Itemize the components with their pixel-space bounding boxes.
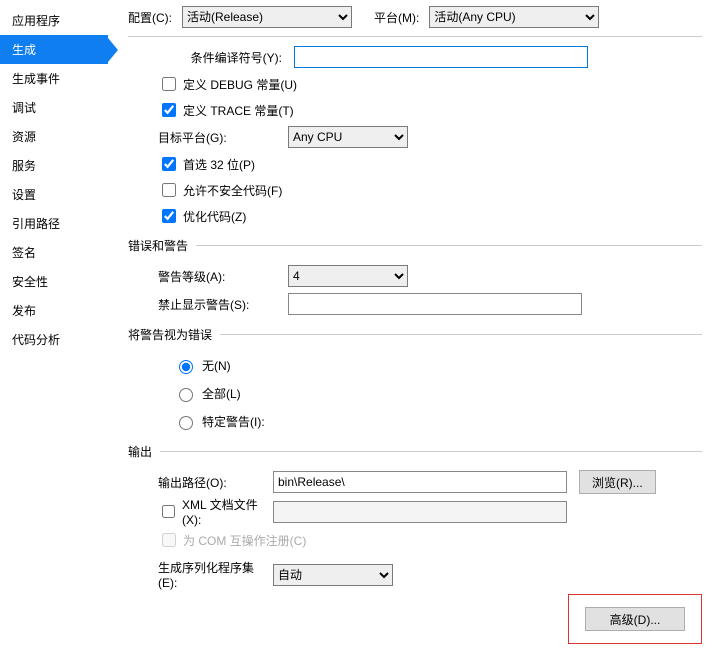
output-path-label: 输出路径(O): bbox=[158, 474, 273, 491]
sidebar-item-resources[interactable]: 资源 bbox=[0, 122, 108, 151]
warning-level-select[interactable]: 4 bbox=[288, 265, 408, 287]
sidebar-item-signing[interactable]: 签名 bbox=[0, 238, 108, 267]
treat-all-radio[interactable] bbox=[179, 388, 193, 402]
target-platform-label: 目标平台(G): bbox=[158, 129, 288, 146]
topbar: 配置(C): 活动(Release) 平台(M): 活动(Any CPU) bbox=[128, 6, 702, 37]
warning-level-label: 警告等级(A): bbox=[158, 268, 288, 285]
sidebar-item-services[interactable]: 服务 bbox=[0, 151, 108, 180]
define-trace-label: 定义 TRACE 常量(T) bbox=[183, 102, 294, 119]
xml-doc-checkbox[interactable] bbox=[162, 505, 175, 518]
sidebar-item-build[interactable]: 生成 bbox=[0, 35, 108, 64]
sidebar-item-settings[interactable]: 设置 bbox=[0, 180, 108, 209]
advanced-button[interactable]: 高级(D)... bbox=[585, 607, 685, 631]
xml-doc-label: XML 文档文件(X): bbox=[182, 496, 273, 527]
serialization-select[interactable]: 自动 bbox=[273, 564, 393, 586]
sidebar: 应用程序 生成 生成事件 调试 资源 服务 设置 引用路径 签名 安全性 发布 … bbox=[0, 0, 108, 650]
cond-symbols-label: 条件编译符号(Y): bbox=[174, 49, 294, 66]
treat-specific-label: 特定警告(I): bbox=[202, 413, 265, 430]
optimize-label: 优化代码(Z) bbox=[183, 208, 246, 225]
com-interop-checkbox bbox=[162, 533, 176, 547]
define-debug-label: 定义 DEBUG 常量(U) bbox=[183, 76, 297, 93]
treat-section-title: 将警告视为错误 bbox=[128, 326, 212, 343]
optimize-checkbox[interactable] bbox=[162, 209, 176, 223]
sidebar-item-publish[interactable]: 发布 bbox=[0, 296, 108, 325]
config-label: 配置(C): bbox=[128, 9, 172, 26]
treat-specific-radio[interactable] bbox=[179, 416, 193, 430]
unsafe-label: 允许不安全代码(F) bbox=[183, 182, 282, 199]
com-interop-label: 为 COM 互操作注册(C) bbox=[183, 532, 306, 549]
divider bbox=[160, 451, 702, 452]
divider bbox=[220, 334, 702, 335]
define-trace-checkbox[interactable] bbox=[162, 103, 176, 117]
treat-all-label: 全部(L) bbox=[202, 385, 241, 402]
treat-none-radio[interactable] bbox=[179, 360, 193, 374]
prefer32-checkbox[interactable] bbox=[162, 157, 176, 171]
suppress-input[interactable] bbox=[288, 293, 582, 315]
platform-select[interactable]: 活动(Any CPU) bbox=[429, 6, 599, 28]
prefer32-label: 首选 32 位(P) bbox=[183, 156, 255, 173]
sidebar-item-reference-paths[interactable]: 引用路径 bbox=[0, 209, 108, 238]
define-debug-checkbox[interactable] bbox=[162, 77, 176, 91]
browse-button[interactable]: 浏览(R)... bbox=[579, 470, 656, 494]
sidebar-item-build-events[interactable]: 生成事件 bbox=[0, 64, 108, 93]
suppress-label: 禁止显示警告(S): bbox=[158, 296, 288, 313]
serialization-label: 生成序列化程序集(E): bbox=[158, 559, 273, 590]
sidebar-item-code-analysis[interactable]: 代码分析 bbox=[0, 325, 108, 354]
treat-none-label: 无(N) bbox=[202, 357, 231, 374]
output-path-input[interactable] bbox=[273, 471, 567, 493]
sidebar-item-security[interactable]: 安全性 bbox=[0, 267, 108, 296]
cond-symbols-input[interactable] bbox=[294, 46, 588, 68]
errors-section-title: 错误和警告 bbox=[128, 237, 188, 254]
unsafe-checkbox[interactable] bbox=[162, 183, 176, 197]
main-panel: 配置(C): 活动(Release) 平台(M): 活动(Any CPU) 条件… bbox=[108, 0, 712, 650]
platform-label: 平台(M): bbox=[374, 9, 419, 26]
output-section-title: 输出 bbox=[128, 443, 152, 460]
config-select[interactable]: 活动(Release) bbox=[182, 6, 352, 28]
target-platform-select[interactable]: Any CPU bbox=[288, 126, 408, 148]
advanced-highlight: 高级(D)... bbox=[568, 594, 702, 644]
divider bbox=[196, 245, 702, 246]
sidebar-item-application[interactable]: 应用程序 bbox=[0, 6, 108, 35]
sidebar-item-debug[interactable]: 调试 bbox=[0, 93, 108, 122]
xml-doc-input bbox=[273, 501, 567, 523]
